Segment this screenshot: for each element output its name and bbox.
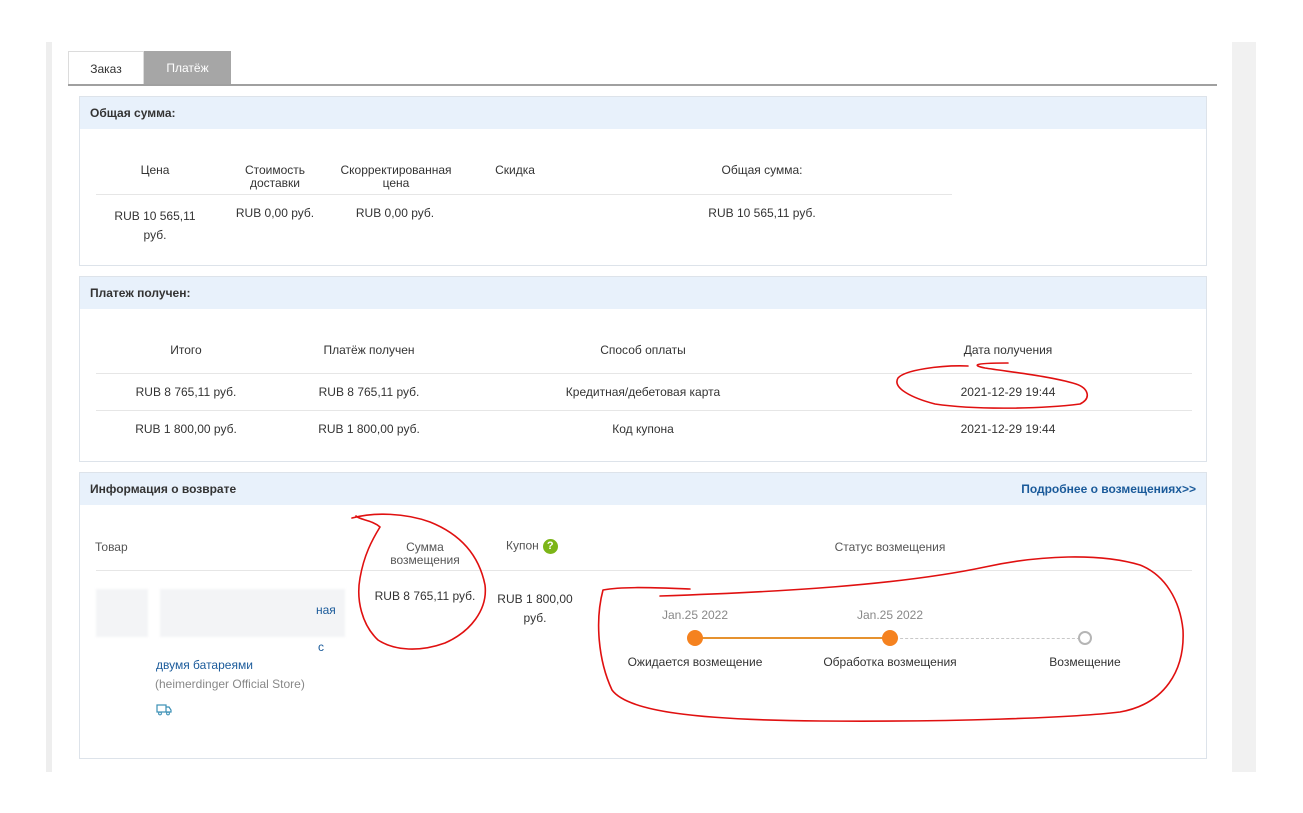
step-3-dot bbox=[1078, 631, 1092, 645]
tab-underline bbox=[68, 84, 1217, 86]
step-1-label: Ожидается возмещение bbox=[627, 655, 763, 669]
payment-panel-title: Платеж получен: bbox=[80, 277, 1206, 309]
refund-panel-title: Информация о возврате Подробнее о возмещ… bbox=[80, 473, 1206, 505]
header-method: Способ оплаты bbox=[600, 343, 686, 357]
header-shipping: Стоимость доставки bbox=[244, 163, 306, 190]
step-2-label: Обработка возмещения bbox=[823, 655, 957, 669]
store-name[interactable]: (heimerdinger Official Store) bbox=[155, 678, 405, 691]
step-1-date: Jan.25 2022 bbox=[661, 608, 729, 622]
product-title-link[interactable]: двумя батареями bbox=[156, 659, 356, 672]
step-1-dot bbox=[687, 630, 703, 646]
row-2-total: RUB 1 800,00 руб. bbox=[135, 422, 237, 436]
header-adjusted-price: Скорректированная цена bbox=[340, 163, 452, 190]
help-icon[interactable]: ? bbox=[542, 539, 558, 554]
value-shipping: RUB 0,00 руб. bbox=[235, 206, 315, 220]
left-page-edge bbox=[46, 42, 52, 772]
header-coupon: Купон? bbox=[506, 539, 576, 554]
right-scroll-gutter bbox=[1232, 42, 1256, 772]
step-3-label: Возмещение bbox=[1049, 655, 1121, 669]
total-panel: Общая сумма: Цена Стоимость доставки Ско… bbox=[79, 96, 1207, 266]
header-total: Итого bbox=[170, 343, 202, 357]
divider bbox=[96, 410, 1192, 411]
header-refund-status: Статус возмещения bbox=[834, 540, 946, 554]
header-item: Товар bbox=[95, 540, 128, 554]
total-panel-title: Общая сумма: bbox=[80, 97, 1206, 129]
refund-details-link[interactable]: Подробнее о возмещениях>> bbox=[1021, 473, 1196, 505]
row-1-received: RUB 8 765,11 руб. bbox=[318, 385, 420, 399]
row-1-method: Кредитная/дебетовая карта bbox=[565, 385, 721, 399]
step-2-date: Jan.25 2022 bbox=[856, 608, 924, 622]
header-refund-amount: Сумма возмещения bbox=[390, 540, 460, 567]
value-total: RUB 10 565,11 руб. bbox=[708, 206, 816, 220]
row-2-method: Код купона bbox=[612, 422, 674, 436]
coupon-amount: RUB 1 800,00 руб. bbox=[497, 592, 573, 625]
header-date: Дата получения bbox=[963, 343, 1053, 357]
divider bbox=[96, 373, 1192, 374]
product-title-fragment[interactable]: ная bbox=[316, 604, 356, 617]
tab-bar: Заказ Платёж bbox=[68, 51, 231, 85]
value-adjusted-price: RUB 0,00 руб. bbox=[355, 206, 435, 220]
step-2-dot bbox=[882, 630, 898, 646]
row-1-total: RUB 8 765,11 руб. bbox=[135, 385, 237, 399]
payment-panel: Платеж получен: Итого Платёж получен Спо… bbox=[79, 276, 1207, 462]
tab-payment[interactable]: Платёж bbox=[144, 51, 231, 85]
value-price: RUB 10 565,11 руб. bbox=[114, 209, 196, 242]
header-received: Платёж получен bbox=[323, 343, 415, 357]
product-thumbnail[interactable] bbox=[96, 589, 148, 637]
timeline-progress-line bbox=[695, 637, 890, 639]
timeline-pending-line bbox=[890, 638, 1085, 639]
refund-panel: Информация о возврате Подробнее о возмещ… bbox=[79, 472, 1207, 759]
row-2-date: 2021-12-29 19:44 bbox=[960, 422, 1056, 436]
header-discount: Скидка bbox=[495, 163, 535, 177]
tab-order[interactable]: Заказ bbox=[68, 51, 144, 85]
product-title-fragment[interactable]: с bbox=[318, 641, 338, 654]
header-total: Общая сумма: bbox=[721, 163, 803, 177]
divider bbox=[96, 570, 1192, 571]
delivery-truck-icon bbox=[156, 704, 172, 716]
refund-amount: RUB 8 765,11 руб. bbox=[374, 589, 476, 603]
header-price: Цена bbox=[140, 163, 170, 177]
divider bbox=[96, 194, 952, 195]
row-1-date: 2021-12-29 19:44 bbox=[960, 385, 1056, 399]
row-2-received: RUB 1 800,00 руб. bbox=[318, 422, 420, 436]
